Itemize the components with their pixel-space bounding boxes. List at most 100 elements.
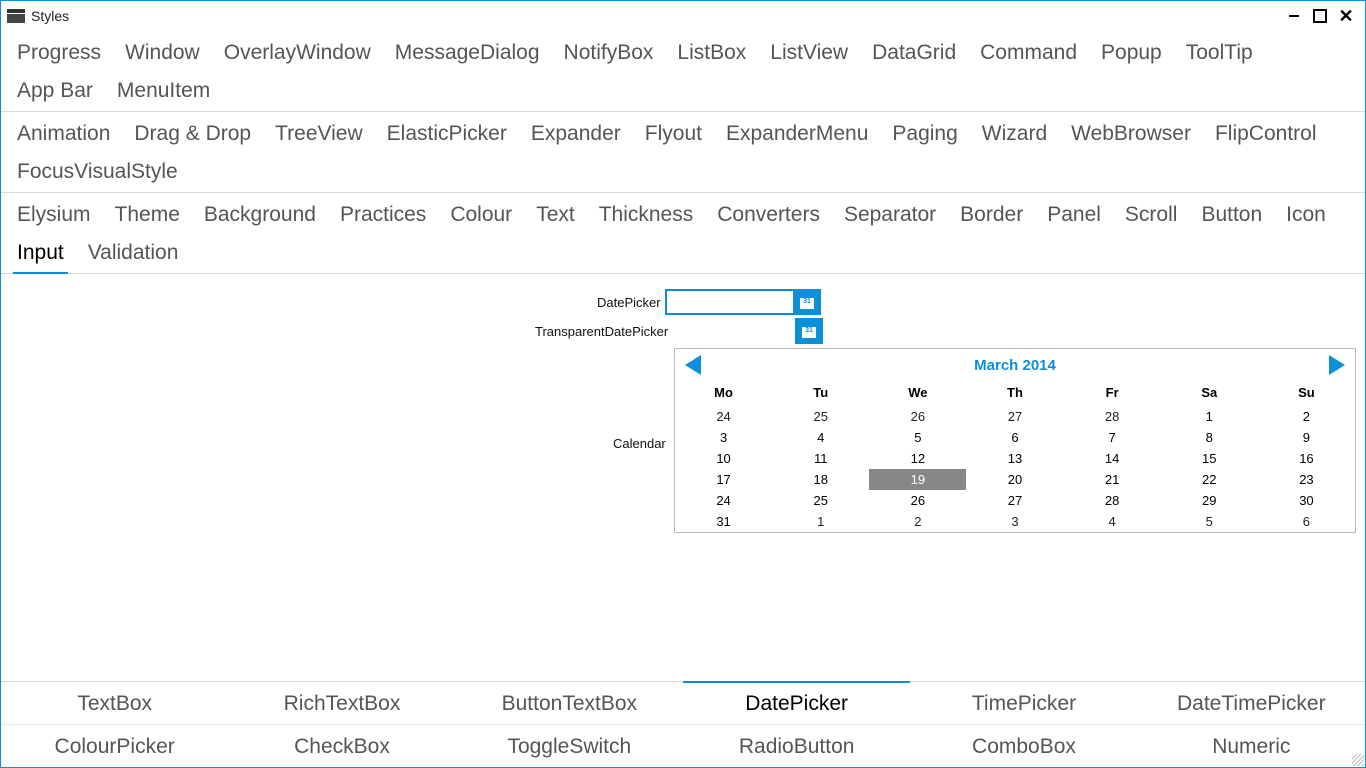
calendar-day[interactable]: 8 xyxy=(1161,427,1258,448)
tab-richtextbox[interactable]: RichTextBox xyxy=(228,682,455,724)
tab-window[interactable]: Window xyxy=(113,35,212,73)
calendar-day[interactable]: 10 xyxy=(675,448,772,469)
tab-checkbox[interactable]: CheckBox xyxy=(228,725,455,767)
calendar-day[interactable]: 2 xyxy=(869,511,966,532)
tab-scroll[interactable]: Scroll xyxy=(1113,197,1190,235)
tab-numeric[interactable]: Numeric xyxy=(1138,725,1365,767)
calendar-day[interactable]: 29 xyxy=(1161,490,1258,511)
tab-background[interactable]: Background xyxy=(192,197,328,235)
tab-notifybox[interactable]: NotifyBox xyxy=(552,35,666,73)
calendar-day[interactable]: 15 xyxy=(1161,448,1258,469)
tab-datepicker[interactable]: DatePicker xyxy=(683,682,910,724)
tab-buttontextbox[interactable]: ButtonTextBox xyxy=(456,682,683,724)
calendar-day[interactable]: 25 xyxy=(772,490,869,511)
calendar-prev-button[interactable] xyxy=(685,355,701,375)
tab-command[interactable]: Command xyxy=(968,35,1089,73)
calendar-day[interactable]: 7 xyxy=(1064,427,1161,448)
datepicker-input[interactable] xyxy=(665,289,793,315)
tab-button[interactable]: Button xyxy=(1189,197,1274,235)
tab-colour[interactable]: Colour xyxy=(438,197,524,235)
tab-text[interactable]: Text xyxy=(524,197,587,235)
calendar-day[interactable]: 25 xyxy=(772,406,869,427)
tab-toggleswitch[interactable]: ToggleSwitch xyxy=(456,725,683,767)
calendar-day[interactable]: 26 xyxy=(869,490,966,511)
calendar-day[interactable]: 28 xyxy=(1064,490,1161,511)
calendar-day[interactable]: 3 xyxy=(966,511,1063,532)
close-button[interactable]: ✕ xyxy=(1333,5,1359,27)
tab-listbox[interactable]: ListBox xyxy=(665,35,758,73)
tab-focusvisualstyle[interactable]: FocusVisualStyle xyxy=(5,154,190,192)
calendar-day[interactable]: 2 xyxy=(1258,406,1355,427)
calendar-day[interactable]: 4 xyxy=(772,427,869,448)
tab-tooltip[interactable]: ToolTip xyxy=(1174,35,1265,73)
calendar-day[interactable]: 31 xyxy=(675,511,772,532)
calendar-day[interactable]: 23 xyxy=(1258,469,1355,490)
calendar-day[interactable]: 13 xyxy=(966,448,1063,469)
maximize-button[interactable] xyxy=(1307,5,1333,27)
calendar-day[interactable]: 27 xyxy=(966,490,1063,511)
calendar-day[interactable]: 1 xyxy=(1161,406,1258,427)
tab-separator[interactable]: Separator xyxy=(832,197,948,235)
tab-app-bar[interactable]: App Bar xyxy=(5,73,105,111)
calendar-title[interactable]: March 2014 xyxy=(974,357,1056,374)
tab-treeview[interactable]: TreeView xyxy=(263,116,375,154)
tab-colourpicker[interactable]: ColourPicker xyxy=(1,725,228,767)
tab-paging[interactable]: Paging xyxy=(880,116,969,154)
tab-timepicker[interactable]: TimePicker xyxy=(910,682,1137,724)
tab-elasticpicker[interactable]: ElasticPicker xyxy=(375,116,519,154)
calendar-day[interactable]: 3 xyxy=(675,427,772,448)
tab-progress[interactable]: Progress xyxy=(5,35,113,73)
tab-datagrid[interactable]: DataGrid xyxy=(860,35,968,73)
minimize-button[interactable] xyxy=(1281,5,1307,27)
calendar-day[interactable]: 26 xyxy=(869,406,966,427)
calendar-day[interactable]: 19 xyxy=(869,469,966,490)
calendar-next-button[interactable] xyxy=(1329,355,1345,375)
tab-messagedialog[interactable]: MessageDialog xyxy=(383,35,552,73)
tab-wizard[interactable]: Wizard xyxy=(970,116,1059,154)
tab-practices[interactable]: Practices xyxy=(328,197,438,235)
tab-animation[interactable]: Animation xyxy=(5,116,122,154)
tab-flipcontrol[interactable]: FlipControl xyxy=(1203,116,1329,154)
calendar-day[interactable]: 6 xyxy=(966,427,1063,448)
tab-theme[interactable]: Theme xyxy=(103,197,192,235)
calendar-day[interactable]: 28 xyxy=(1064,406,1161,427)
calendar-day[interactable]: 24 xyxy=(675,490,772,511)
tab-thickness[interactable]: Thickness xyxy=(587,197,706,235)
calendar-day[interactable]: 9 xyxy=(1258,427,1355,448)
calendar-day[interactable]: 20 xyxy=(966,469,1063,490)
calendar-day[interactable]: 17 xyxy=(675,469,772,490)
tab-elysium[interactable]: Elysium xyxy=(5,197,103,235)
tab-listview[interactable]: ListView xyxy=(758,35,860,73)
tab-radiobutton[interactable]: RadioButton xyxy=(683,725,910,767)
calendar-day[interactable]: 18 xyxy=(772,469,869,490)
datepicker-button[interactable] xyxy=(793,289,821,315)
tab-expandermenu[interactable]: ExpanderMenu xyxy=(714,116,880,154)
tab-datetimepicker[interactable]: DateTimePicker xyxy=(1138,682,1365,724)
calendar-day[interactable]: 24 xyxy=(675,406,772,427)
tab-converters[interactable]: Converters xyxy=(705,197,832,235)
tab-combobox[interactable]: ComboBox xyxy=(910,725,1137,767)
calendar-day[interactable]: 12 xyxy=(869,448,966,469)
tab-menuitem[interactable]: MenuItem xyxy=(105,73,222,111)
calendar-day[interactable]: 14 xyxy=(1064,448,1161,469)
calendar-day[interactable]: 27 xyxy=(966,406,1063,427)
tab-drag-drop[interactable]: Drag & Drop xyxy=(122,116,263,154)
tab-border[interactable]: Border xyxy=(948,197,1035,235)
calendar-day[interactable]: 6 xyxy=(1258,511,1355,532)
calendar-day[interactable]: 22 xyxy=(1161,469,1258,490)
tab-icon[interactable]: Icon xyxy=(1274,197,1338,235)
tab-overlaywindow[interactable]: OverlayWindow xyxy=(212,35,383,73)
tab-textbox[interactable]: TextBox xyxy=(1,682,228,724)
transparent-datepicker-button[interactable] xyxy=(795,318,823,344)
calendar-day[interactable]: 16 xyxy=(1258,448,1355,469)
resize-grip[interactable] xyxy=(1352,754,1364,766)
tab-input[interactable]: Input xyxy=(5,235,76,273)
tab-expander[interactable]: Expander xyxy=(519,116,633,154)
calendar-day[interactable]: 5 xyxy=(1161,511,1258,532)
calendar-day[interactable]: 11 xyxy=(772,448,869,469)
calendar-day[interactable]: 5 xyxy=(869,427,966,448)
calendar-day[interactable]: 21 xyxy=(1064,469,1161,490)
tab-validation[interactable]: Validation xyxy=(76,235,191,273)
calendar-day[interactable]: 30 xyxy=(1258,490,1355,511)
tab-popup[interactable]: Popup xyxy=(1089,35,1174,73)
